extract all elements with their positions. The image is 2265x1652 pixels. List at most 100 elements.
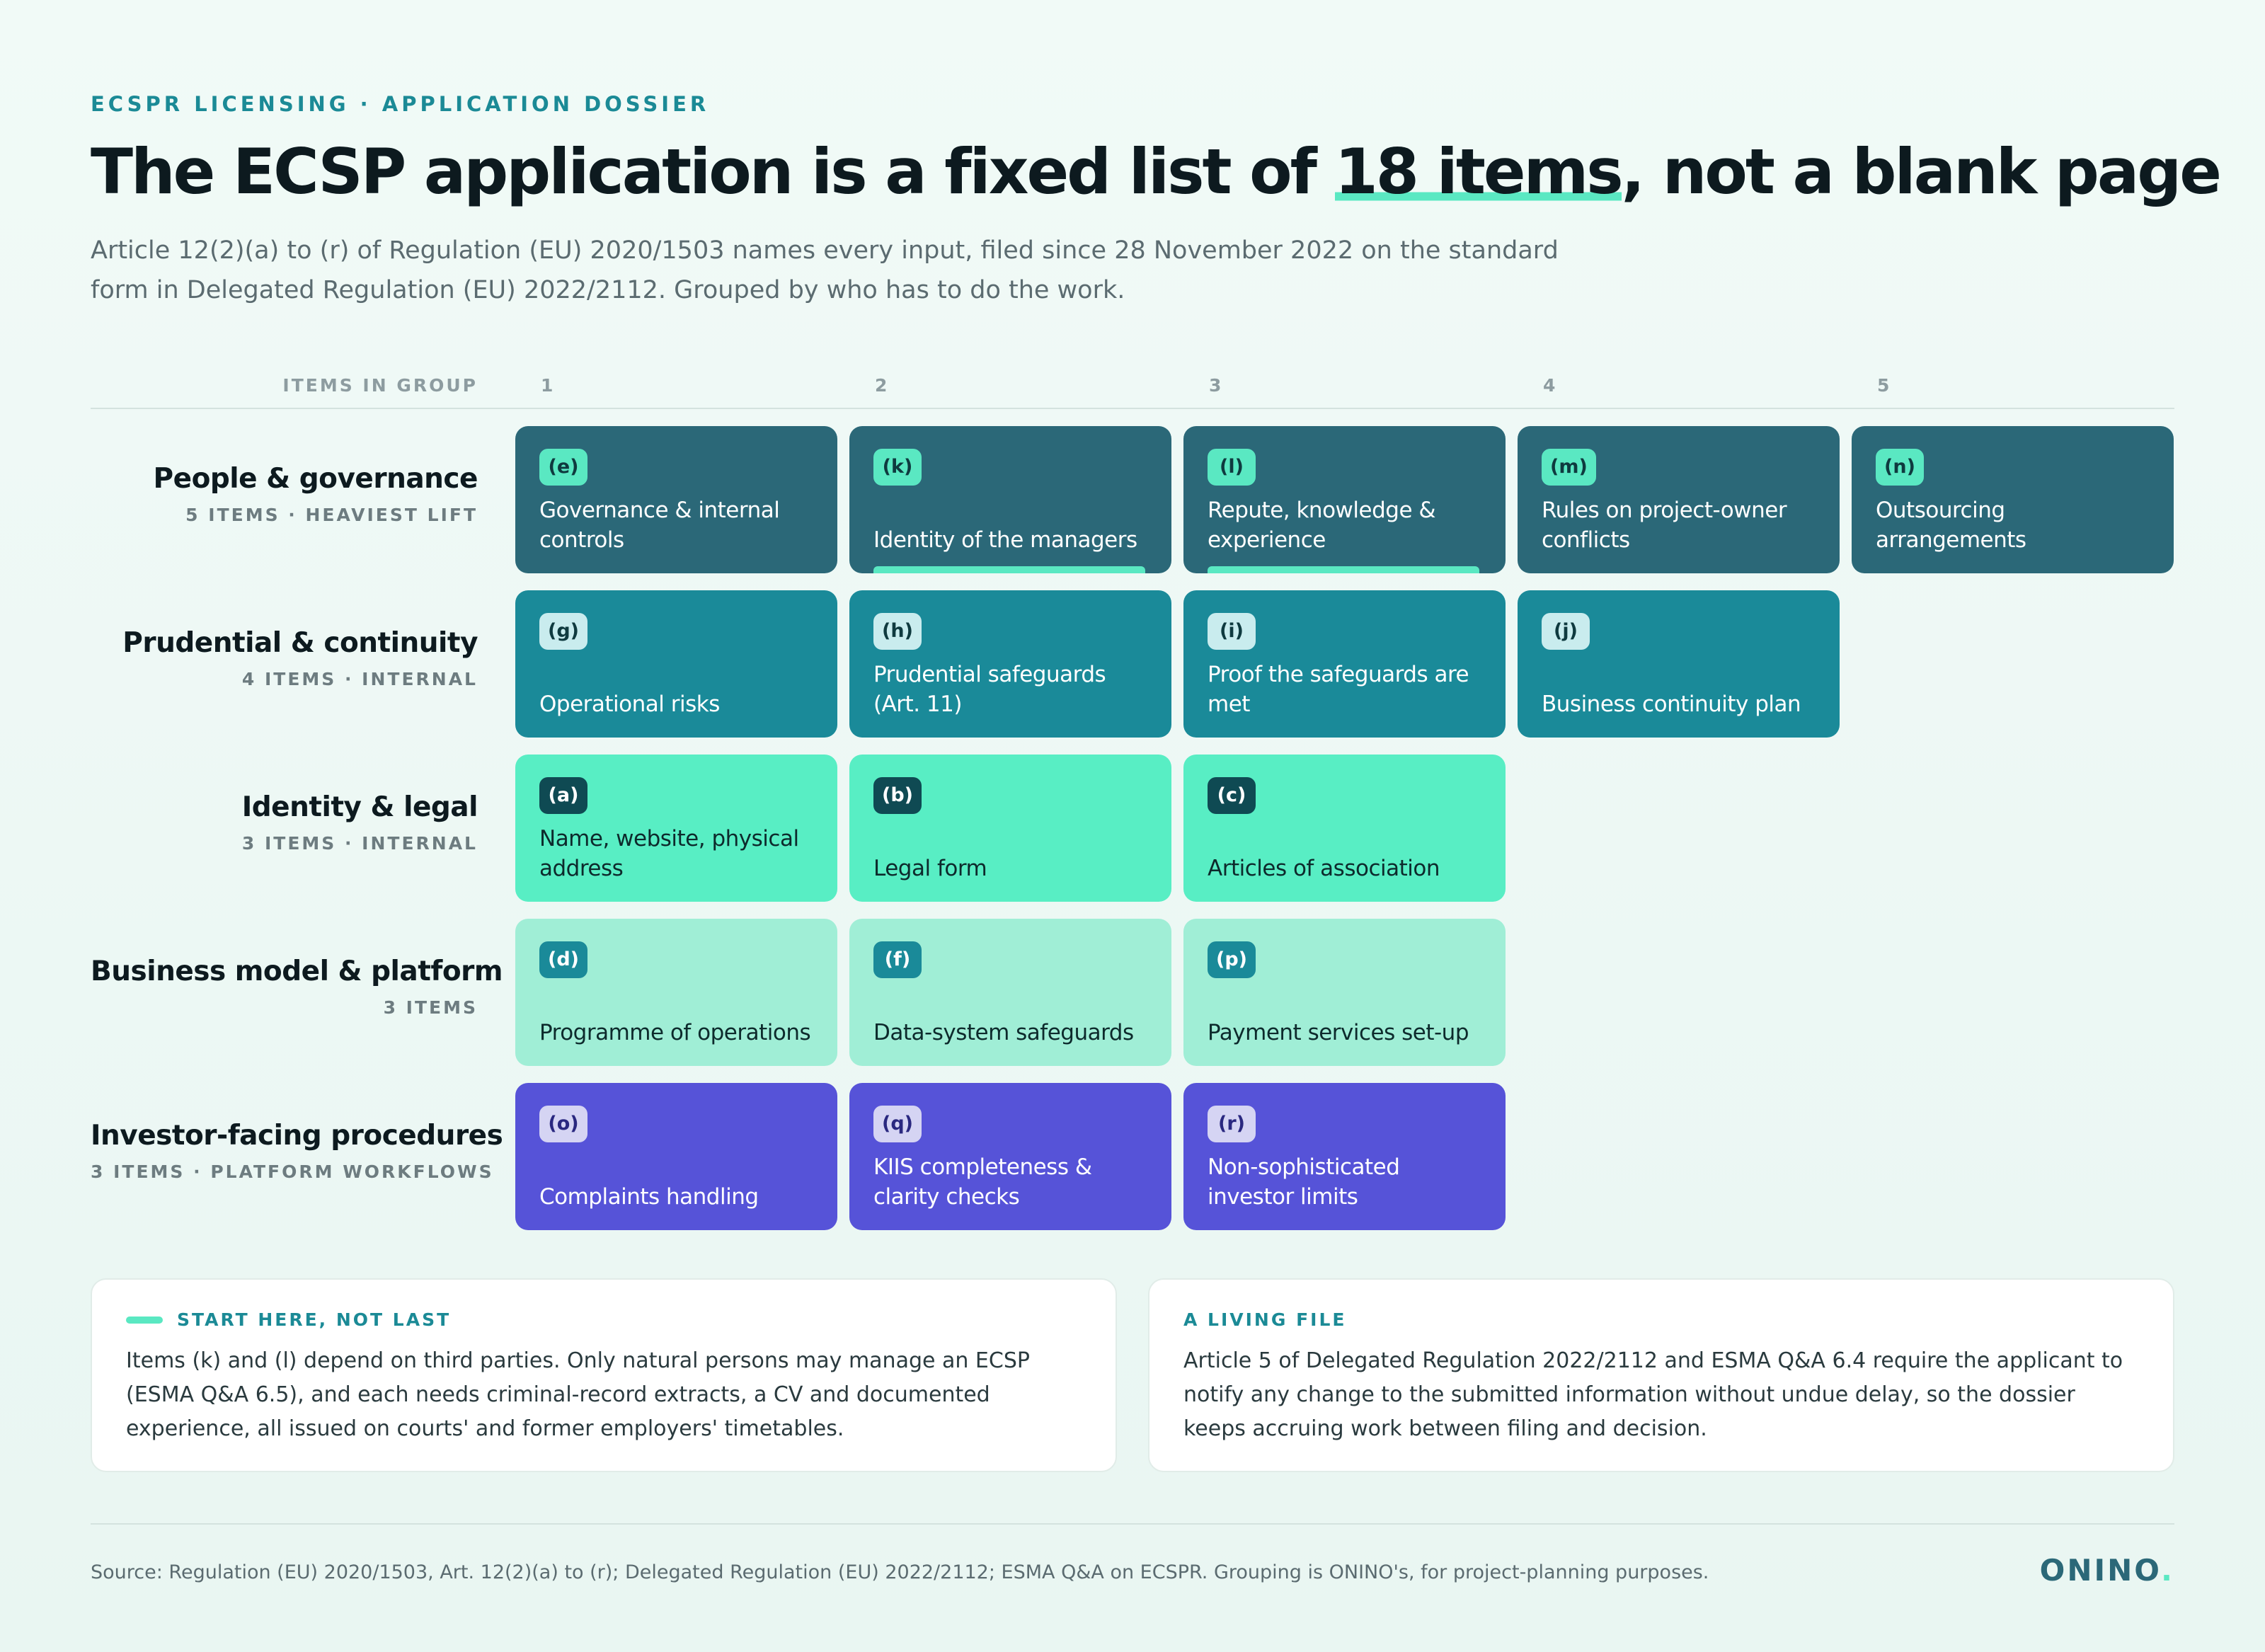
column-number: 5: [1877, 375, 1890, 396]
note-heading-text: START HERE, NOT LAST: [177, 1309, 452, 1330]
column-header: ITEMS IN GROUP 1 2 3 4 5: [91, 368, 2174, 409]
group-subtitle: 3 ITEMS: [383, 997, 478, 1018]
page-title: The ECSP application is a fixed list of …: [91, 133, 2222, 211]
group-row-prudential-continuity: Prudential & continuity 4 ITEMS · INTERN…: [91, 590, 2174, 738]
item-card-f: (f) Data-system safeguards: [849, 919, 1171, 1066]
item-title: Articles of association: [1208, 856, 1440, 881]
group-subtitle: 4 ITEMS · INTERNAL: [241, 669, 478, 689]
item-title: Outsourcing arrangements: [1876, 498, 2026, 553]
group-subtitle: 3 ITEMS · INTERNAL: [241, 833, 478, 854]
note-start-here: START HERE, NOT LAST Items (k) and (l) d…: [91, 1278, 1117, 1472]
item-tag: (k): [873, 449, 922, 486]
item-title: Payment services set-up: [1208, 1020, 1469, 1045]
note-body: Article 5 of Delegated Regulation 2022/2…: [1183, 1348, 2123, 1441]
item-title: KIIS completeness & clarity checks: [873, 1154, 1092, 1210]
item-tag: (p): [1208, 941, 1256, 978]
item-tag: (i): [1208, 613, 1256, 650]
item-title: Non-sophisticated investor limits: [1208, 1154, 1400, 1210]
item-title: Repute, knowledge & experience: [1208, 498, 1436, 553]
item-title: Governance & internal controls: [539, 498, 780, 553]
group-title: Prudential & continuity: [122, 627, 478, 659]
item-title: Business continuity plan: [1542, 692, 1801, 717]
group-row-people-governance: People & governance 5 ITEMS · HEAVIEST L…: [91, 426, 2174, 573]
headline-after: , not a blank page: [1621, 135, 2222, 208]
item-card-j: (j) Business continuity plan: [1518, 590, 1840, 738]
item-title: Proof the safeguards are met: [1208, 662, 1469, 717]
item-title: Identity of the managers: [873, 527, 1137, 553]
note-living-file: A LIVING FILE Article 5 of Delegated Reg…: [1148, 1278, 2174, 1472]
item-tag: (h): [873, 613, 922, 650]
item-tag: (b): [873, 777, 922, 814]
item-tag: (r): [1208, 1106, 1256, 1142]
note-body: Items (k) and (l) depend on third partie…: [126, 1348, 1030, 1441]
item-card-p: (p) Payment services set-up: [1183, 919, 1506, 1066]
item-card-h: (h) Prudential safeguards (Art. 11): [849, 590, 1171, 738]
page: ECSPR LICENSING · APPLICATION DOSSIER Th…: [91, 0, 2222, 1652]
column-number: 3: [1209, 375, 1222, 396]
item-card-l: (l) Repute, knowledge & experience: [1183, 426, 1506, 573]
logo-dot: .: [2161, 1553, 2174, 1588]
group-title: Business model & platform: [91, 956, 503, 987]
item-card-k: (k) Identity of the managers: [849, 426, 1171, 573]
column-header-label: ITEMS IN GROUP: [282, 375, 478, 396]
item-card-c: (c) Articles of association: [1183, 755, 1506, 902]
item-title: Name, website, physical address: [539, 826, 799, 881]
item-tag: (l): [1208, 449, 1256, 486]
group-label: Investor-facing procedures 3 ITEMS · PLA…: [91, 1120, 503, 1182]
group-subtitle: 3 ITEMS · PLATFORM WORKFLOWS: [91, 1161, 494, 1182]
item-card-i: (i) Proof the safeguards are met: [1183, 590, 1506, 738]
item-card-m: (m) Rules on project-owner conflicts: [1518, 426, 1840, 573]
note-heading: START HERE, NOT LAST: [126, 1309, 1082, 1330]
item-card-b: (b) Legal form: [849, 755, 1171, 902]
note-heading-text: A LIVING FILE: [1183, 1309, 1347, 1330]
item-title: Data-system safeguards: [873, 1020, 1134, 1045]
group-title: Investor-facing procedures: [91, 1120, 503, 1152]
group-title: People & governance: [153, 463, 478, 495]
third-party-marker: [873, 566, 1145, 573]
group-row-identity-legal: Identity & legal 3 ITEMS · INTERNAL (a) …: [91, 755, 2174, 902]
headline-highlight: 18 items: [1334, 135, 1624, 208]
group-row-investor-procedures: Investor-facing procedures 3 ITEMS · PLA…: [91, 1083, 2174, 1230]
item-tag: (c): [1208, 777, 1256, 814]
item-tag: (d): [539, 941, 588, 978]
item-title: Rules on project-owner conflicts: [1542, 498, 1787, 553]
third-party-marker: [1208, 566, 1479, 573]
item-card-n: (n) Outsourcing arrangements: [1852, 426, 2174, 573]
item-title: Prudential safeguards (Art. 11): [873, 662, 1106, 717]
item-tag: (o): [539, 1106, 587, 1142]
column-number: 1: [541, 375, 554, 396]
group-label: People & governance 5 ITEMS · HEAVIEST L…: [91, 463, 478, 525]
item-card-q: (q) KIIS completeness & clarity checks: [849, 1083, 1171, 1230]
item-title: Programme of operations: [539, 1020, 811, 1045]
item-card-a: (a) Name, website, physical address: [515, 755, 837, 902]
group-subtitle: 5 ITEMS · HEAVIEST LIFT: [185, 505, 478, 525]
item-card-e: (e) Governance & internal controls: [515, 426, 837, 573]
column-number: 2: [875, 375, 888, 396]
item-title: Operational risks: [539, 692, 720, 717]
group-title: Identity & legal: [241, 791, 478, 823]
group-label: Business model & platform 3 ITEMS: [91, 956, 503, 1018]
item-tag: (m): [1542, 449, 1596, 486]
group-label: Prudential & continuity 4 ITEMS · INTERN…: [91, 627, 478, 689]
lede: Article 12(2)(a) to (r) of Regulation (E…: [91, 236, 1559, 304]
item-tag: (e): [539, 449, 587, 486]
item-tag: (n): [1876, 449, 1924, 486]
headline-before: The ECSP application is a fixed list of: [91, 135, 1335, 208]
item-card-r: (r) Non-sophisticated investor limits: [1183, 1083, 1506, 1230]
item-tag: (q): [873, 1106, 922, 1142]
item-title: Legal form: [873, 856, 987, 881]
note-heading: A LIVING FILE: [1183, 1309, 2139, 1330]
source-note: Source: Regulation (EU) 2020/1503, Art. …: [91, 1561, 1709, 1583]
item-card-o: (o) Complaints handling: [515, 1083, 837, 1230]
group-row-business-model: Business model & platform 3 ITEMS (d) Pr…: [91, 919, 2174, 1066]
eyebrow: ECSPR LICENSING · APPLICATION DOSSIER: [91, 92, 710, 116]
onino-logo: ONINO.: [2040, 1553, 2174, 1588]
accent-dash-icon: [126, 1316, 163, 1324]
item-card-g: (g) Operational risks: [515, 590, 837, 738]
group-label: Identity & legal 3 ITEMS · INTERNAL: [91, 791, 478, 854]
item-title: Complaints handling: [539, 1184, 759, 1210]
item-tag: (g): [539, 613, 588, 650]
column-number: 4: [1543, 375, 1556, 396]
footer-divider: [91, 1523, 2174, 1525]
item-card-d: (d) Programme of operations: [515, 919, 837, 1066]
